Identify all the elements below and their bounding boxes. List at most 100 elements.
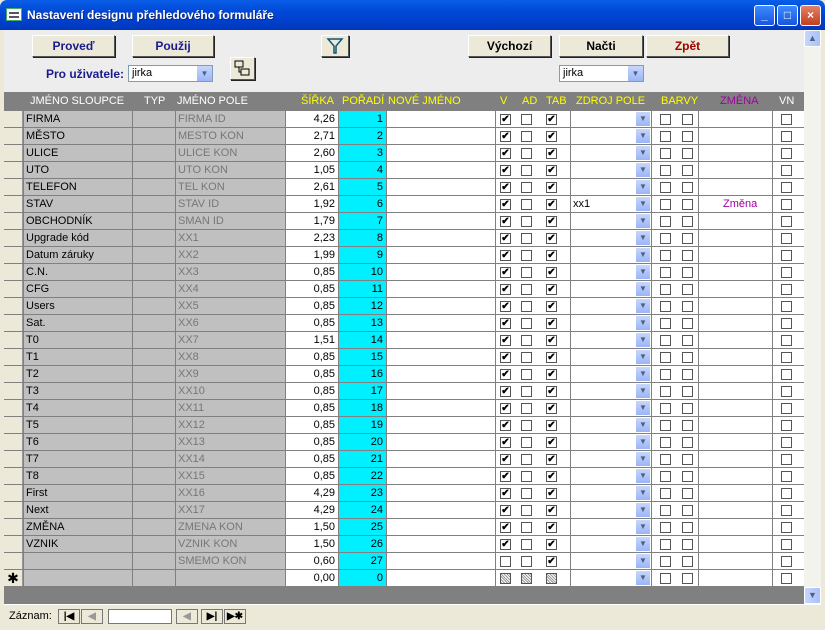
row-selector[interactable] <box>4 536 23 552</box>
color-checkbox-2[interactable] <box>682 165 693 176</box>
color-checkbox-1[interactable] <box>660 335 671 346</box>
row-selector[interactable] <box>4 145 23 161</box>
v-checkbox[interactable]: ✔ <box>500 114 511 125</box>
color-checkbox-2[interactable] <box>682 267 693 278</box>
color-checkbox-2[interactable] <box>682 318 693 329</box>
chevron-down-icon[interactable]: ▼ <box>636 418 650 432</box>
color-checkbox-1[interactable] <box>660 573 671 584</box>
column-name-cell[interactable]: Next <box>24 502 132 518</box>
type-cell[interactable] <box>133 196 175 212</box>
color-checkbox-2[interactable] <box>682 471 693 482</box>
column-name-cell[interactable]: ZMĚNA <box>24 519 132 535</box>
tab-checkbox[interactable]: ✔ <box>546 403 557 414</box>
v-checkbox[interactable] <box>500 556 511 567</box>
type-cell[interactable] <box>133 162 175 178</box>
vn-checkbox[interactable] <box>781 335 792 346</box>
new-name-cell[interactable] <box>387 230 495 246</box>
vn-checkbox[interactable] <box>781 267 792 278</box>
row-selector[interactable] <box>4 502 23 518</box>
type-cell[interactable] <box>133 417 175 433</box>
tab-checkbox[interactable]: ✔ <box>546 505 557 516</box>
chevron-down-icon[interactable]: ▼ <box>636 469 650 483</box>
chevron-down-icon[interactable]: ▼ <box>636 112 650 126</box>
v-checkbox[interactable]: ✔ <box>500 522 511 533</box>
next-record-button[interactable]: ◀ <box>176 609 198 624</box>
vn-checkbox[interactable] <box>781 573 792 584</box>
field-name-cell[interactable]: SMAN ID <box>176 213 285 229</box>
width-cell[interactable]: 1,79 <box>286 213 338 229</box>
field-name-cell[interactable]: XX15 <box>176 468 285 484</box>
field-name-cell[interactable] <box>176 570 285 586</box>
color-checkbox-2[interactable] <box>682 488 693 499</box>
tab-checkbox[interactable]: ✔ <box>546 233 557 244</box>
user-select-right[interactable]: jirka ▼ <box>559 65 644 82</box>
new-name-cell[interactable] <box>387 247 495 263</box>
field-name-cell[interactable]: XX5 <box>176 298 285 314</box>
type-cell[interactable] <box>133 111 175 127</box>
vn-checkbox[interactable] <box>781 403 792 414</box>
chevron-down-icon[interactable]: ▼ <box>636 571 650 585</box>
width-cell[interactable]: 0,85 <box>286 417 338 433</box>
color-checkbox-2[interactable] <box>682 301 693 312</box>
new-name-cell[interactable] <box>387 400 495 416</box>
new-record-button[interactable]: ▶✱ <box>224 609 246 624</box>
last-record-button[interactable]: ▶| <box>201 609 223 624</box>
v-checkbox[interactable]: ✔ <box>500 352 511 363</box>
tab-checkbox[interactable]: ✔ <box>546 437 557 448</box>
v-checkbox[interactable]: ✔ <box>500 471 511 482</box>
new-name-cell[interactable] <box>387 111 495 127</box>
width-cell[interactable]: 1,51 <box>286 332 338 348</box>
chevron-down-icon[interactable]: ▼ <box>636 486 650 500</box>
color-checkbox-2[interactable] <box>682 420 693 431</box>
chevron-down-icon[interactable]: ▼ <box>636 316 650 330</box>
order-cell[interactable]: 25 <box>339 519 386 535</box>
column-name-cell[interactable]: First <box>24 485 132 501</box>
new-name-cell[interactable] <box>387 366 495 382</box>
vn-checkbox[interactable] <box>781 284 792 295</box>
row-selector[interactable] <box>4 485 23 501</box>
color-checkbox-1[interactable] <box>660 148 671 159</box>
ad-checkbox[interactable] <box>521 131 532 142</box>
row-selector[interactable]: ✱ <box>4 570 23 586</box>
tab-checkbox[interactable]: ✔ <box>546 114 557 125</box>
width-cell[interactable]: 1,92 <box>286 196 338 212</box>
color-checkbox-2[interactable] <box>682 114 693 125</box>
ad-checkbox[interactable] <box>521 352 532 363</box>
ad-checkbox[interactable] <box>521 233 532 244</box>
width-cell[interactable]: 0,85 <box>286 264 338 280</box>
tab-checkbox[interactable]: ✔ <box>546 352 557 363</box>
ad-checkbox[interactable] <box>521 284 532 295</box>
back-button[interactable]: Zpět <box>646 35 729 57</box>
row-selector[interactable] <box>4 451 23 467</box>
vn-checkbox[interactable] <box>781 386 792 397</box>
type-cell[interactable] <box>133 281 175 297</box>
column-name-cell[interactable]: T7 <box>24 451 132 467</box>
column-name-cell[interactable]: T5 <box>24 417 132 433</box>
column-name-cell[interactable]: OBCHODNÍK <box>24 213 132 229</box>
column-name-cell[interactable]: TELEFON <box>24 179 132 195</box>
width-cell[interactable]: 0,85 <box>286 281 338 297</box>
change-cell[interactable] <box>699 519 772 535</box>
tab-checkbox[interactable]: ✔ <box>546 318 557 329</box>
color-checkbox-1[interactable] <box>660 488 671 499</box>
color-checkbox-1[interactable] <box>660 369 671 380</box>
color-checkbox-2[interactable] <box>682 539 693 550</box>
vn-checkbox[interactable] <box>781 369 792 380</box>
color-checkbox-2[interactable] <box>682 148 693 159</box>
type-cell[interactable] <box>133 179 175 195</box>
order-cell[interactable]: 2 <box>339 128 386 144</box>
field-name-cell[interactable]: ULICE KON <box>176 145 285 161</box>
change-cell[interactable] <box>699 264 772 280</box>
change-cell[interactable] <box>699 332 772 348</box>
v-checkbox[interactable]: ✔ <box>500 199 511 210</box>
width-cell[interactable]: 4,26 <box>286 111 338 127</box>
chevron-down-icon[interactable]: ▼ <box>636 163 650 177</box>
change-cell[interactable]: Změna <box>699 196 772 212</box>
new-name-cell[interactable] <box>387 179 495 195</box>
ad-checkbox[interactable] <box>521 216 532 227</box>
order-cell[interactable]: 11 <box>339 281 386 297</box>
color-checkbox-1[interactable] <box>660 267 671 278</box>
type-cell[interactable] <box>133 400 175 416</box>
column-name-cell[interactable]: STAV <box>24 196 132 212</box>
field-name-cell[interactable]: STAV ID <box>176 196 285 212</box>
